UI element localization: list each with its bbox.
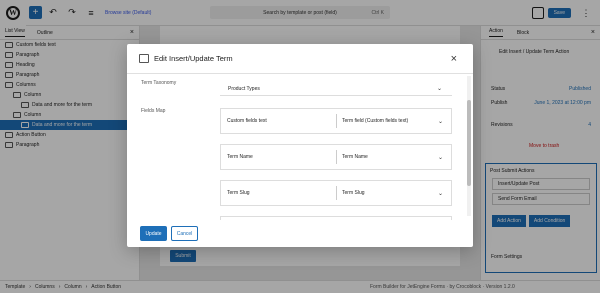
chevron-down-icon: ⌄ [436,86,442,92]
chevron-down-icon: ⌄ [437,118,443,125]
edit-term-modal: Edit Insert/Update Term × Term Taxonomy … [127,44,473,247]
modal-header: Edit Insert/Update Term × [127,44,473,74]
close-icon[interactable]: × [451,53,457,65]
term-field-select[interactable]: Term field (Custom fields text) ⌄ [337,114,451,128]
modal-body: Term Taxonomy Product Types ⌄ Fields Map… [127,74,465,220]
field-map-row [220,216,452,220]
modal-title: Edit Insert/Update Term [154,54,233,63]
form-field-name: Custom fields text [221,114,337,128]
action-icon [139,54,149,63]
term-field-select[interactable]: Term Slug ⌄ [337,186,451,200]
modal-footer: Update Cancel [140,226,198,241]
taxonomy-select[interactable]: Product Types ⌄ [220,82,452,96]
form-field-name: Term Name [221,150,337,164]
chevron-down-icon: ⌄ [437,154,443,161]
cancel-button[interactable]: Cancel [171,226,198,241]
field-map-row: Term Slug Term Slug ⌄ [220,180,452,206]
fields-map-label: Fields Map [141,108,166,114]
field-map-row: Custom fields text Term field (Custom fi… [220,108,452,134]
update-button[interactable]: Update [140,226,167,241]
scrollbar-thumb[interactable] [467,100,471,186]
taxonomy-label: Term Taxonomy [141,80,177,86]
chevron-down-icon: ⌄ [437,190,443,197]
term-field-select[interactable]: Term Name ⌄ [337,150,451,164]
form-field-name: Term Slug [221,186,337,200]
field-map-row: Term Name Term Name ⌄ [220,144,452,170]
